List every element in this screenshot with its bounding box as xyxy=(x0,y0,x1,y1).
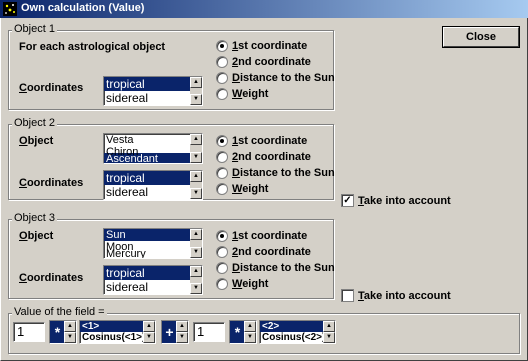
object2-coord-label: Coordinates xyxy=(19,177,84,189)
op2-selected[interactable]: * xyxy=(230,321,245,343)
scroll-up-arrow[interactable]: ▲ xyxy=(323,321,335,332)
radio-off-icon[interactable] xyxy=(216,56,228,68)
scroll-down-arrow[interactable]: ▼ xyxy=(176,332,188,343)
scroll-down-arrow[interactable]: ▼ xyxy=(190,152,202,163)
scrollbar[interactable]: ▲ ▼ xyxy=(176,321,188,343)
scroll-down-arrow[interactable]: ▼ xyxy=(244,332,256,343)
formula-group-title: Value of the field = xyxy=(12,306,107,318)
radio-off-icon[interactable] xyxy=(216,72,228,84)
op2-list[interactable]: * ▲ ▼ xyxy=(229,320,257,344)
scroll-up-arrow[interactable]: ▲ xyxy=(190,171,202,182)
term1-list[interactable]: <1> Cosinus(<1>) ▲ ▼ xyxy=(79,320,156,344)
object2-take-into-account-checkbox[interactable]: ✓ Take into account xyxy=(341,194,451,207)
object2-object-list[interactable]: Vesta Chiron Ascendant ▲ ▼ xyxy=(103,133,203,164)
radio-weight[interactable]: Weight xyxy=(216,183,268,195)
radio-off-icon[interactable] xyxy=(216,183,228,195)
radio-weight[interactable]: Weight xyxy=(216,278,268,290)
list-item[interactable]: tropical xyxy=(104,171,202,185)
list-item[interactable]: tropical xyxy=(104,266,202,280)
title-bar: Own calculation (Value) xyxy=(0,0,528,18)
list-item[interactable]: tropical xyxy=(104,77,202,91)
radio-2nd-coordinate[interactable]: 2nd coordinate xyxy=(216,246,311,258)
radio-off-icon[interactable] xyxy=(216,246,228,258)
scroll-up-arrow[interactable]: ▲ xyxy=(176,321,188,332)
object3-object-label: Object xyxy=(19,230,54,242)
list-item[interactable]: sidereal xyxy=(104,185,202,199)
radio-on-icon[interactable] xyxy=(216,135,228,147)
scrollbar[interactable]: ▲ ▼ xyxy=(190,171,202,199)
radio-off-icon[interactable] xyxy=(216,262,228,274)
scrollbar[interactable]: ▲ ▼ xyxy=(190,134,202,163)
radio-distance-to-sun[interactable]: Distance to the Sun xyxy=(216,262,335,274)
scrollbar[interactable]: ▲ ▼ xyxy=(143,321,155,343)
radio-weight[interactable]: Weight xyxy=(216,88,268,100)
radio-off-icon[interactable] xyxy=(216,88,228,100)
list-item[interactable]: Mercury xyxy=(104,248,202,258)
scroll-down-arrow[interactable]: ▼ xyxy=(143,332,155,343)
list-item[interactable]: Ascendant xyxy=(104,153,202,163)
scroll-up-arrow[interactable]: ▲ xyxy=(244,321,256,332)
object2-object-label: Object xyxy=(19,135,54,147)
radio-off-icon[interactable] xyxy=(216,167,228,179)
scroll-down-arrow[interactable]: ▼ xyxy=(323,332,335,343)
object3-coord-list[interactable]: tropical sidereal ▲ ▼ xyxy=(103,265,203,295)
radio-distance-to-sun[interactable]: Distance to the Sun xyxy=(216,72,335,84)
scroll-up-arrow[interactable]: ▲ xyxy=(190,266,202,277)
checkmark-icon[interactable]: ✓ xyxy=(341,194,354,207)
radio-1st-coordinate[interactable]: 1st coordinate xyxy=(216,230,307,242)
object1-group-title: Object 1 xyxy=(12,23,57,35)
scroll-down-arrow[interactable]: ▼ xyxy=(190,94,202,105)
list-item[interactable]: Sun xyxy=(104,229,202,241)
scroll-up-arrow[interactable]: ▲ xyxy=(190,134,202,145)
scroll-up-arrow[interactable]: ▲ xyxy=(143,321,155,332)
window-title: Own calculation (Value) xyxy=(21,2,145,14)
scroll-down-arrow[interactable]: ▼ xyxy=(190,247,202,258)
object1-label: For each astrological object xyxy=(19,41,166,53)
radio-distance-to-sun[interactable]: Distance to the Sun xyxy=(216,167,335,179)
object1-coord-list[interactable]: tropical sidereal ▲ ▼ xyxy=(103,76,203,106)
stars-icon xyxy=(3,2,17,16)
scrollbar[interactable]: ▲ ▼ xyxy=(64,321,76,343)
factor1-input[interactable]: 1 xyxy=(13,322,45,342)
radio-2nd-coordinate[interactable]: 2nd coordinate xyxy=(216,56,311,68)
op1-list[interactable]: * ▲ ▼ xyxy=(49,320,77,344)
object2-coord-list[interactable]: tropical sidereal ▲ ▼ xyxy=(103,170,203,200)
list-item[interactable]: Vesta xyxy=(104,134,202,146)
close-button[interactable]: Close xyxy=(443,27,519,47)
list-item[interactable]: sidereal xyxy=(104,91,202,105)
radio-on-icon[interactable] xyxy=(216,40,228,52)
scrollbar[interactable]: ▲ ▼ xyxy=(244,321,256,343)
scroll-down-arrow[interactable]: ▼ xyxy=(64,332,76,343)
radio-on-icon[interactable] xyxy=(216,230,228,242)
object3-object-list[interactable]: Sun Moon Mercury ▲ ▼ xyxy=(103,228,203,259)
scroll-down-arrow[interactable]: ▼ xyxy=(190,283,202,294)
radio-1st-coordinate[interactable]: 1st coordinate xyxy=(216,40,307,52)
scroll-up-arrow[interactable]: ▲ xyxy=(64,321,76,332)
op-mid-selected[interactable]: + xyxy=(162,321,177,343)
object2-group-title: Object 2 xyxy=(12,117,57,129)
radio-off-icon[interactable] xyxy=(216,151,228,163)
op-mid-list[interactable]: + ▲ ▼ xyxy=(161,320,189,344)
object3-take-into-account-checkbox[interactable]: Take into account xyxy=(341,289,451,302)
radio-1st-coordinate[interactable]: 1st coordinate xyxy=(216,135,307,147)
term2-list[interactable]: <2> Cosinus(<2>) ▲ ▼ xyxy=(259,320,336,344)
op1-selected[interactable]: * xyxy=(50,321,65,343)
object3-coord-label: Coordinates xyxy=(19,272,84,284)
radio-2nd-coordinate[interactable]: 2nd coordinate xyxy=(216,151,311,163)
scroll-up-arrow[interactable]: ▲ xyxy=(190,77,202,88)
list-item[interactable]: sidereal xyxy=(104,280,202,294)
radio-off-icon[interactable] xyxy=(216,278,228,290)
scrollbar[interactable]: ▲ ▼ xyxy=(190,266,202,294)
checkbox-empty-icon[interactable] xyxy=(341,289,354,302)
scrollbar[interactable]: ▲ ▼ xyxy=(190,229,202,258)
scroll-down-arrow[interactable]: ▼ xyxy=(190,188,202,199)
object1-coord-label: Coordinates xyxy=(19,82,84,94)
object3-group-title: Object 3 xyxy=(12,212,57,224)
scroll-up-arrow[interactable]: ▲ xyxy=(190,229,202,240)
scrollbar[interactable]: ▲ ▼ xyxy=(323,321,335,343)
factor2-input[interactable]: 1 xyxy=(193,322,225,342)
scrollbar[interactable]: ▲ ▼ xyxy=(190,77,202,105)
